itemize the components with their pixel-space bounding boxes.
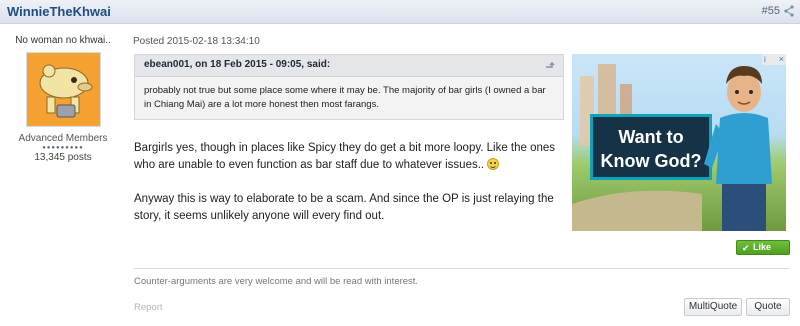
ad-headline: Want to Know God? (590, 114, 712, 180)
quote-citation-text: ebean001, on 18 Feb 2015 - 09:05, said: (144, 59, 331, 70)
like-button[interactable]: ✔ Like This (736, 240, 790, 265)
member-group: Advanced Members (18, 133, 108, 144)
post-paragraph: Anyway this is way to elaborate to be a … (134, 193, 554, 222)
post-count: 13,345 posts (34, 152, 92, 163)
quote-block: ebean001, on 18 Feb 2015 - 09:05, said: … (134, 54, 564, 120)
report-link[interactable]: Report (134, 302, 163, 313)
post-paragraph: Bargirls yes, though in places like Spic… (134, 140, 564, 174)
avatar-image (26, 53, 100, 126)
ad-banner[interactable]: Want to Know God? i × (572, 54, 786, 231)
signature-divider (134, 268, 790, 269)
post-body: Bargirls yes, though in places like Spic… (134, 140, 564, 242)
quote-citation: ebean001, on 18 Feb 2015 - 09:05, said: (135, 55, 563, 77)
quote-text: probably not true but some place some wh… (144, 85, 546, 110)
ad-headline-line2: Know God? (600, 151, 702, 171)
share-icon[interactable] (784, 5, 794, 17)
author-name-link[interactable]: WinnieTheKhwai (7, 4, 111, 19)
ad-info-icon[interactable]: i (764, 55, 766, 64)
ad-character-image (704, 66, 772, 231)
avatar[interactable] (25, 52, 101, 127)
quote-button[interactable]: Quote (746, 298, 790, 316)
ad-close-icon[interactable]: × (779, 54, 784, 64)
post-header: WinnieTheKhwai #55 (0, 0, 800, 24)
post-date: Posted 2015-02-18 13:34:10 (133, 36, 260, 47)
smiley-icon (487, 158, 500, 170)
like-button-label: Like This (753, 242, 772, 265)
author-title: No woman no khwai.. (15, 35, 111, 46)
post-number-link[interactable]: #55 (762, 5, 780, 17)
quote-icon[interactable] (545, 60, 555, 70)
signature: Counter-arguments are very welcome and w… (134, 276, 419, 287)
like-check-icon: ✔ (742, 243, 750, 253)
rank-pips: ●●●●●●●●● (42, 145, 84, 151)
author-panel: No woman no khwai.. Advanced Members ●●●… (0, 24, 126, 163)
ad-choices[interactable]: i × (762, 54, 786, 65)
multiquote-button[interactable]: MultiQuote (684, 298, 742, 316)
ad-headline-line1: Want to (618, 127, 684, 147)
